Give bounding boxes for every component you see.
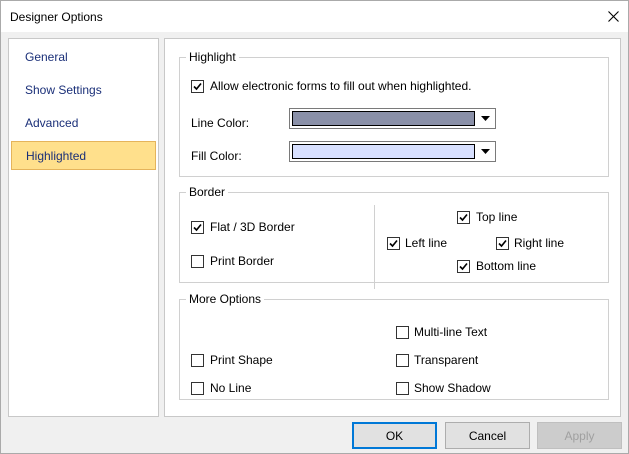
close-button[interactable] xyxy=(598,1,628,32)
allow-forms-checkbox[interactable] xyxy=(191,80,204,93)
bottom-line-label: Bottom line xyxy=(476,259,537,273)
sidebar-item-highlighted[interactable]: Highlighted xyxy=(11,141,156,170)
fill-color-select[interactable] xyxy=(289,141,496,162)
apply-button[interactable]: Apply xyxy=(537,422,622,449)
top-line-checkbox[interactable] xyxy=(457,211,470,224)
flat-3d-border-checkbox[interactable] xyxy=(191,221,204,234)
right-line-label: Right line xyxy=(514,236,565,250)
top-line-label: Top line xyxy=(476,210,518,224)
close-icon xyxy=(607,11,619,22)
fill-color-label: Fill Color: xyxy=(191,149,242,163)
transparent-checkbox[interactable] xyxy=(396,354,409,367)
highlight-legend: Highlight xyxy=(189,50,236,64)
title-bar: Designer Options xyxy=(1,1,628,32)
line-color-label: Line Color: xyxy=(191,116,250,130)
checkmark-icon xyxy=(389,239,398,248)
show-shadow-checkbox[interactable] xyxy=(396,382,409,395)
sidebar-item-show-settings[interactable]: Show Settings xyxy=(11,76,156,105)
print-border-label: Print Border xyxy=(210,254,275,268)
window-title: Designer Options xyxy=(10,10,103,24)
sidebar-item-general[interactable]: General xyxy=(11,43,156,72)
checkmark-icon xyxy=(498,239,507,248)
checkmark-icon xyxy=(193,223,202,232)
checkmark-icon xyxy=(193,82,202,91)
border-group: Border Flat / 3D Border Print Border Top… xyxy=(179,185,609,289)
more-options-legend: More Options xyxy=(189,292,262,306)
bottom-line-checkbox[interactable] xyxy=(457,260,470,273)
transparent-label: Transparent xyxy=(414,353,479,367)
cancel-button[interactable]: Cancel xyxy=(445,422,530,449)
no-line-checkbox[interactable] xyxy=(191,382,204,395)
category-sidebar: General Show Settings Advanced Highlight… xyxy=(8,38,159,417)
ok-button[interactable]: OK xyxy=(352,422,437,449)
left-line-label: Left line xyxy=(405,236,448,250)
fill-color-swatch xyxy=(292,144,475,159)
line-color-select[interactable] xyxy=(289,108,496,129)
right-line-checkbox[interactable] xyxy=(496,237,509,250)
chevron-down-icon xyxy=(477,110,494,127)
no-line-label: No Line xyxy=(210,381,252,395)
flat-3d-border-label: Flat / 3D Border xyxy=(210,220,295,234)
multiline-text-checkbox[interactable] xyxy=(396,326,409,339)
border-legend: Border xyxy=(189,185,226,199)
allow-forms-label: Allow electronic forms to fill out when … xyxy=(210,79,472,93)
show-shadow-label: Show Shadow xyxy=(414,381,491,395)
designer-options-dialog: Designer Options General Show Settings A… xyxy=(0,0,629,454)
chevron-down-icon xyxy=(477,143,494,160)
print-shape-label: Print Shape xyxy=(210,353,273,367)
print-border-checkbox[interactable] xyxy=(191,255,204,268)
border-divider xyxy=(374,205,375,289)
highlight-group: Highlight Allow electronic forms to fill… xyxy=(179,50,609,177)
print-shape-checkbox[interactable] xyxy=(191,354,204,367)
line-color-swatch xyxy=(292,111,475,126)
checkmark-icon xyxy=(459,213,468,222)
checkmark-icon xyxy=(459,262,468,271)
sidebar-item-advanced[interactable]: Advanced xyxy=(11,109,156,138)
options-panel: Highlight Allow electronic forms to fill… xyxy=(164,38,621,417)
more-options-group: More Options Multi-line Text Print Shape… xyxy=(179,292,609,400)
left-line-checkbox[interactable] xyxy=(387,237,400,250)
multiline-text-label: Multi-line Text xyxy=(414,325,488,339)
